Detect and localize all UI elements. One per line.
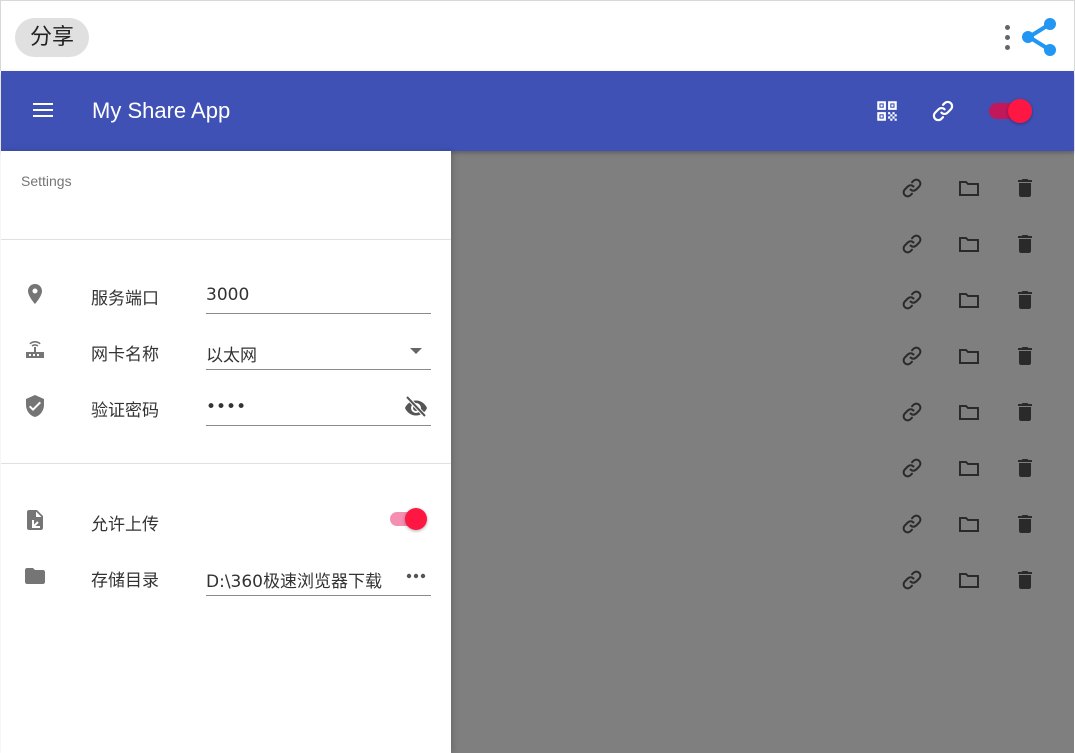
drawer-header: Settings	[21, 173, 72, 189]
password-value[interactable]: ••••	[206, 397, 246, 417]
router-icon	[26, 341, 44, 358]
shield-check-icon	[26, 395, 44, 417]
nic-select[interactable]: 以太网	[206, 330, 431, 370]
storage-setting: 存储目录 D:\360极速浏览器下载	[1, 548, 451, 604]
app-bar: My Share App	[1, 71, 1074, 151]
upload-toggle[interactable]	[387, 507, 433, 533]
app-title: My Share App	[92, 98, 231, 123]
password-setting: 验证密码 ••••	[1, 378, 451, 434]
qr-code-icon[interactable]	[874, 98, 900, 124]
port-label: 服务端口	[91, 289, 159, 309]
menu-icon[interactable]	[33, 101, 55, 119]
upload-setting: 允许上传	[1, 492, 451, 548]
link-icon[interactable]	[930, 98, 956, 124]
upload-file-icon	[27, 510, 43, 530]
nic-setting: 网卡名称 以太网	[1, 322, 451, 378]
visibility-off-icon[interactable]	[403, 394, 429, 418]
more-horiz-icon[interactable]	[403, 564, 429, 588]
folder-icon	[25, 568, 45, 584]
port-input[interactable]: 3000	[206, 274, 431, 314]
nic-label: 网卡名称	[91, 345, 159, 365]
storage-label: 存储目录	[91, 571, 159, 591]
password-label: 验证密码	[91, 401, 159, 421]
divider	[1, 463, 451, 464]
password-input[interactable]: ••••	[206, 386, 431, 426]
divider	[1, 239, 451, 240]
window-title: 分享	[15, 18, 90, 57]
settings-drawer: Settings 服务端口 3000 网卡名称 以太网 验证密码 •••• 允许…	[1, 151, 451, 753]
share-toggle[interactable]	[986, 98, 1036, 124]
share-icon[interactable]	[1019, 17, 1059, 57]
storage-input[interactable]: D:\360极速浏览器下载	[206, 556, 431, 596]
port-value[interactable]: 3000	[206, 285, 249, 305]
more-vert-icon[interactable]	[1001, 23, 1015, 53]
port-setting: 服务端口 3000	[1, 266, 451, 322]
upload-label: 允许上传	[91, 515, 159, 535]
location-icon	[28, 284, 42, 304]
dropdown-arrow-icon[interactable]	[403, 338, 429, 362]
nic-value[interactable]: 以太网	[206, 341, 257, 366]
window-titlebar: 分享	[0, 0, 1075, 71]
storage-value[interactable]: D:\360极速浏览器下载	[206, 567, 382, 592]
